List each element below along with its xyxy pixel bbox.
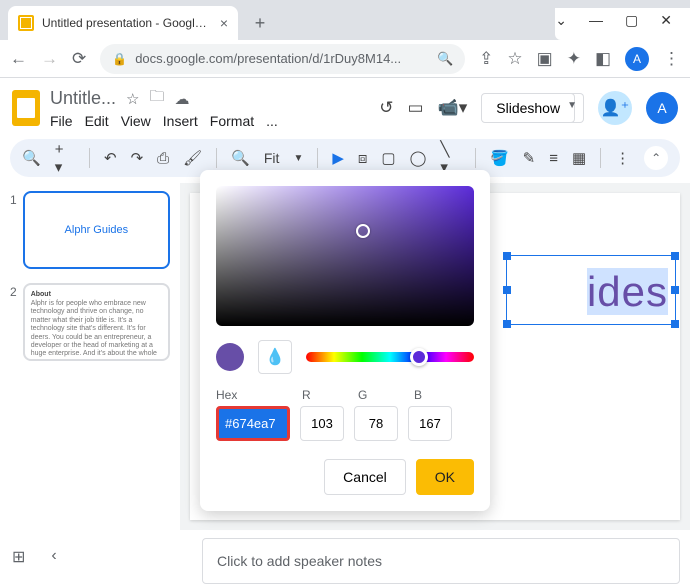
gradient-handle[interactable] — [356, 224, 370, 238]
border-dash-icon[interactable]: ▦ — [572, 149, 586, 167]
comments-icon[interactable]: ▭ — [408, 98, 424, 118]
menu-edit[interactable]: Edit — [85, 113, 109, 129]
thumb-number: 2 — [10, 283, 17, 361]
hue-handle[interactable] — [410, 348, 428, 366]
fill-color-icon[interactable]: 🪣 — [490, 149, 509, 167]
textbox-icon[interactable]: ⧈ — [358, 150, 368, 167]
slides-header: Untitle... ☆ 🗀 ☁ File Edit View Insert F… — [0, 78, 690, 133]
browser-titlebar: Untitled presentation - Google Sl × + ⌄ … — [0, 0, 690, 40]
color-gradient[interactable] — [216, 186, 474, 326]
slides-logo-icon[interactable] — [12, 90, 40, 126]
r-label: R — [302, 388, 346, 402]
extensions-icon[interactable]: ✦ — [567, 49, 581, 69]
share-button[interactable]: 👤⁺ — [598, 91, 632, 125]
search-menus-icon[interactable]: 🔍 — [22, 149, 41, 167]
move-folder-icon[interactable]: 🗀 — [149, 86, 164, 111]
new-tab-button[interactable]: + — [246, 9, 274, 37]
browser-tab[interactable]: Untitled presentation - Google Sl × — [8, 6, 238, 40]
paint-format-icon[interactable]: 🖌 — [183, 149, 202, 167]
cancel-button[interactable]: Cancel — [324, 459, 406, 495]
forward-icon[interactable]: → — [41, 49, 58, 69]
slide-thumbnails: 1 Alphr Guides 2 About Alphr is for peop… — [0, 183, 180, 530]
grid-view-icon[interactable]: ⊞ — [12, 547, 25, 567]
slideshow-dropdown[interactable]: ▼ — [561, 93, 584, 123]
window-controls: ⌄ — ▢ ✕ — [555, 8, 690, 40]
g-input[interactable] — [354, 406, 398, 441]
lock-icon: 🔒 — [112, 52, 127, 66]
search-icon[interactable]: 🔍 — [437, 51, 453, 67]
zoom-dropdown-icon[interactable]: ▼ — [293, 153, 303, 164]
ok-button[interactable]: OK — [416, 459, 474, 495]
star-doc-icon[interactable]: ☆ — [126, 90, 139, 108]
collapse-toolbar-icon[interactable]: ⌃ — [644, 146, 668, 170]
hue-slider[interactable] — [306, 352, 474, 362]
share-icon[interactable]: ⇪ — [479, 49, 493, 69]
thumb-number: 1 — [10, 191, 17, 269]
slide-thumbnail-1[interactable]: Alphr Guides — [23, 191, 170, 269]
undo-icon[interactable]: ↶ — [104, 149, 117, 167]
cursor-icon[interactable]: ▶ — [332, 149, 344, 167]
url-text: docs.google.com/presentation/d/1rDuy8M14… — [135, 51, 401, 66]
border-color-icon[interactable]: ✎ — [523, 149, 536, 167]
slide-thumbnail-2[interactable]: About Alphr is for people who embrace ne… — [23, 283, 170, 361]
menu-file[interactable]: File — [50, 113, 73, 129]
menu-view[interactable]: View — [121, 113, 151, 129]
print-icon[interactable]: ⎙ — [157, 150, 169, 167]
sidepanel-icon[interactable]: ◧ — [595, 49, 611, 69]
border-weight-icon[interactable]: ≡ — [549, 150, 558, 167]
reload-icon[interactable]: ⟳ — [72, 49, 86, 69]
minimize-icon[interactable]: — — [589, 12, 603, 28]
menu-insert[interactable]: Insert — [163, 113, 198, 129]
redo-icon[interactable]: ↷ — [131, 149, 144, 167]
cloud-status-icon: ☁ — [175, 90, 190, 108]
profile-avatar[interactable]: A — [625, 47, 649, 71]
color-picker-popover: 💧 Hex R G B Cancel OK — [200, 170, 490, 511]
chevron-down-icon[interactable]: ⌄ — [555, 12, 567, 29]
color-swatch — [216, 343, 244, 371]
hex-label: Hex — [216, 388, 290, 402]
more-tools-icon[interactable]: ⋮ — [615, 149, 630, 167]
history-icon[interactable]: ↺ — [379, 98, 393, 118]
prev-slide-icon[interactable]: ‹ — [51, 547, 56, 567]
account-avatar[interactable]: A — [646, 92, 678, 124]
slides-favicon — [18, 15, 34, 31]
image-icon[interactable]: ▢ — [381, 149, 395, 167]
zoom-icon[interactable]: 🔍 — [231, 149, 250, 167]
url-field[interactable]: 🔒 docs.google.com/presentation/d/1rDuy8M… — [100, 44, 465, 74]
zoom-fit[interactable]: Fit — [264, 150, 280, 166]
install-icon[interactable]: ▣ — [537, 49, 553, 69]
star-icon[interactable]: ☆ — [507, 49, 522, 69]
menu-more[interactable]: ... — [266, 113, 278, 129]
speaker-notes[interactable]: Click to add speaker notes — [202, 538, 680, 584]
tab-title: Untitled presentation - Google Sl — [42, 16, 212, 30]
new-slide-icon[interactable]: + ▾ — [55, 141, 75, 176]
r-input[interactable] — [300, 406, 344, 441]
document-title[interactable]: Untitle... — [50, 88, 116, 109]
close-window-icon[interactable]: ✕ — [660, 12, 672, 29]
g-label: G — [358, 388, 402, 402]
selection-box[interactable] — [506, 255, 676, 325]
b-input[interactable] — [408, 406, 452, 441]
browser-urlbar: ← → ⟳ 🔒 docs.google.com/presentation/d/1… — [0, 40, 690, 78]
meet-icon[interactable]: 📹▾ — [438, 98, 468, 118]
kebab-menu-icon[interactable]: ⋮ — [663, 49, 680, 69]
back-icon[interactable]: ← — [10, 49, 27, 69]
maximize-icon[interactable]: ▢ — [625, 12, 638, 29]
close-tab-icon[interactable]: × — [220, 15, 228, 31]
eyedropper-button[interactable]: 💧 — [258, 340, 292, 374]
shape-icon[interactable]: ◯ — [410, 149, 427, 167]
menu-format[interactable]: Format — [210, 113, 254, 129]
b-label: B — [414, 388, 458, 402]
hex-input[interactable] — [216, 406, 290, 441]
menu-bar: File Edit View Insert Format ... — [50, 113, 278, 129]
